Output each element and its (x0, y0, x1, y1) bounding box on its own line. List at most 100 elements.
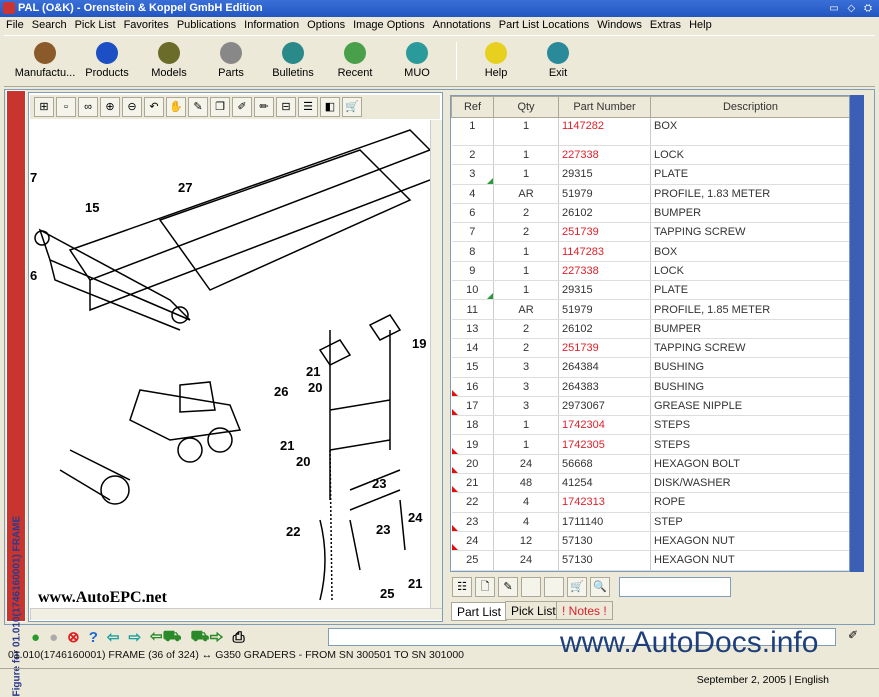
callout-19[interactable]: 19 (412, 336, 426, 351)
cell-part-number[interactable]: 1147282 (558, 117, 651, 146)
toolbar-exit-button[interactable]: Exit (527, 36, 589, 86)
callout-23[interactable]: 23 (372, 476, 386, 491)
print-icon[interactable]: ⎙ (233, 629, 245, 646)
menu-search[interactable]: Search (28, 17, 71, 33)
next-model-icon[interactable]: ⛟⇨ (190, 628, 223, 647)
callout-15[interactable]: 15 (85, 200, 99, 215)
table-row[interactable]: 1 1 1147282 BOX (451, 117, 849, 146)
toolbar-products-button[interactable]: Products (76, 36, 138, 86)
cell-part-number[interactable]: 57130 (558, 550, 651, 571)
table-row[interactable]: 3 1 29315 PLATE (451, 164, 849, 185)
callout-21b[interactable]: 21 (280, 438, 294, 453)
callout-27[interactable]: 27 (178, 180, 192, 195)
callout-26[interactable]: 26 (274, 384, 288, 399)
table-row[interactable]: 24 12 57130 HEXAGON NUT (451, 531, 849, 552)
menu-windows[interactable]: Windows (593, 17, 646, 33)
table-row[interactable]: 16 3 264383 BUSHING (451, 377, 849, 397)
table-row[interactable]: 4 AR 51979 PROFILE, 1.83 METER (451, 184, 849, 204)
menu-annotations[interactable]: Annotations (429, 17, 495, 33)
toolbar-recent-button[interactable]: Recent (324, 36, 386, 86)
table-row[interactable]: 19 1 1742305 STEPS (451, 434, 849, 455)
col-ref[interactable]: Ref (451, 96, 494, 118)
undo-zoom-icon[interactable]: ↶ (144, 97, 164, 117)
exploded-parts-drawing[interactable]: 7 15 27 6 19 21 20 26 21 20 23 22 23 24 … (30, 120, 430, 608)
cell-part-number[interactable]: 29315 (558, 164, 651, 185)
fit-page-icon[interactable]: ⊞ (34, 97, 54, 117)
back-arrow-icon[interactable]: ⇦ (107, 628, 120, 646)
callout-23b[interactable]: 23 (376, 522, 390, 537)
cell-part-number[interactable]: 1147283 (558, 241, 651, 262)
table-row[interactable]: 21 48 41254 DISK/WASHER (451, 473, 849, 494)
forward-arrow-icon[interactable]: ⇨ (128, 628, 141, 646)
table-row[interactable]: 23 4 1711140 STEP (451, 512, 849, 532)
table-row[interactable]: 2 1 227338 LOCK (451, 145, 849, 166)
menu-options[interactable]: Options (303, 17, 349, 33)
list-view-icon[interactable]: ☷ (452, 577, 472, 597)
menu-extras[interactable]: Extras (646, 17, 685, 33)
zoom-in-icon[interactable]: ⊕ (100, 97, 120, 117)
menu-part-list-locations[interactable]: Part List Locations (495, 17, 594, 33)
cell-part-number[interactable]: 227338 (558, 261, 651, 282)
cell-part-number[interactable]: 1742304 (558, 415, 651, 436)
toolbar-help-button[interactable]: Help (465, 36, 527, 86)
cell-part-number[interactable]: 41254 (558, 473, 651, 494)
cell-part-number[interactable]: 57130 (558, 531, 651, 552)
drawing-vertical-scrollbar[interactable] (430, 120, 442, 608)
table-row[interactable]: 17 3 2973067 GREASE NIPPLE (451, 396, 849, 417)
cell-part-number[interactable]: 251739 (558, 338, 651, 359)
zoom-out-icon[interactable]: ⊖ (122, 97, 142, 117)
add-to-cart-icon[interactable]: 🛒 (567, 577, 587, 597)
table-row[interactable]: 13 2 26102 BUMPER (451, 319, 849, 339)
menu-file[interactable]: File (2, 17, 28, 33)
cell-part-number[interactable]: 51979 (558, 299, 651, 320)
callout-21[interactable]: 21 (306, 364, 320, 379)
split-both-icon[interactable]: ☰ (298, 97, 318, 117)
tab-pick-list[interactable]: Pick List (505, 601, 562, 620)
table-row[interactable]: 15 3 264384 BUSHING (451, 357, 849, 378)
table-row[interactable]: 18 1 1742304 STEPS (451, 415, 849, 436)
toolbar-manufactu-button[interactable]: Manufactu... (14, 36, 76, 86)
table-row[interactable]: 10 1 29315 PLATE (451, 280, 849, 301)
table-row[interactable]: 11 AR 51979 PROFILE, 1.85 METER (451, 299, 849, 320)
cell-part-number[interactable]: 264384 (558, 357, 651, 378)
cell-part-number[interactable]: 51979 (558, 184, 651, 204)
cell-part-number[interactable]: 1742313 (558, 492, 651, 513)
cell-part-number[interactable]: 1742305 (558, 434, 651, 455)
grey-light-icon[interactable]: ● (49, 629, 58, 646)
pen-icon[interactable]: ✏ (254, 97, 274, 117)
menu-publications[interactable]: Publications (173, 17, 240, 33)
green-light-icon[interactable]: ● (31, 629, 40, 646)
callout-25[interactable]: 25 (380, 586, 394, 601)
callout-21c[interactable]: 21 (408, 576, 422, 591)
cell-part-number[interactable]: 264383 (558, 377, 651, 397)
previous-model-icon[interactable]: ⇦⛟ (150, 627, 181, 647)
fit-width-icon[interactable]: ▫ (56, 97, 76, 117)
help-question-icon[interactable]: ? (89, 629, 98, 646)
cell-part-number[interactable]: 26102 (558, 319, 651, 339)
col-description[interactable]: Description (650, 96, 849, 118)
disabled-icon-2[interactable] (544, 577, 564, 597)
cell-part-number[interactable]: 251739 (558, 222, 651, 243)
table-row[interactable]: 6 2 26102 BUMPER (451, 203, 849, 224)
cell-part-number[interactable]: 26102 (558, 203, 651, 224)
menu-pick-list[interactable]: Pick List (71, 17, 120, 33)
annotation-pin-icon[interactable]: ✐ (848, 628, 858, 642)
split-vertical-icon[interactable]: ◧ (320, 97, 340, 117)
tab-part-list[interactable]: Part List (451, 602, 508, 621)
table-row[interactable]: 8 1 1147283 BOX (451, 241, 849, 262)
cell-part-number[interactable]: 29315 (558, 280, 651, 301)
table-row[interactable]: 14 2 251739 TAPPING SCREW (451, 338, 849, 359)
drawing-horizontal-scrollbar[interactable] (30, 608, 442, 620)
callout-7[interactable]: 7 (30, 170, 37, 185)
parts-table-scrollbar[interactable] (850, 95, 864, 572)
table-row[interactable]: 20 24 56668 HEXAGON BOLT (451, 454, 849, 475)
link-icon[interactable]: ∞ (78, 97, 98, 117)
callout-6[interactable]: 6 (30, 268, 37, 283)
pan-hand-icon[interactable]: ✋ (166, 97, 186, 117)
new-document-icon[interactable]: 🗋 (475, 577, 495, 597)
callout-24[interactable]: 24 (408, 510, 423, 525)
annotate-icon[interactable]: ✎ (188, 97, 208, 117)
callout-20[interactable]: 20 (308, 380, 322, 395)
toolbar-parts-button[interactable]: Parts (200, 36, 262, 86)
cart-icon[interactable]: 🛒 (342, 97, 362, 117)
